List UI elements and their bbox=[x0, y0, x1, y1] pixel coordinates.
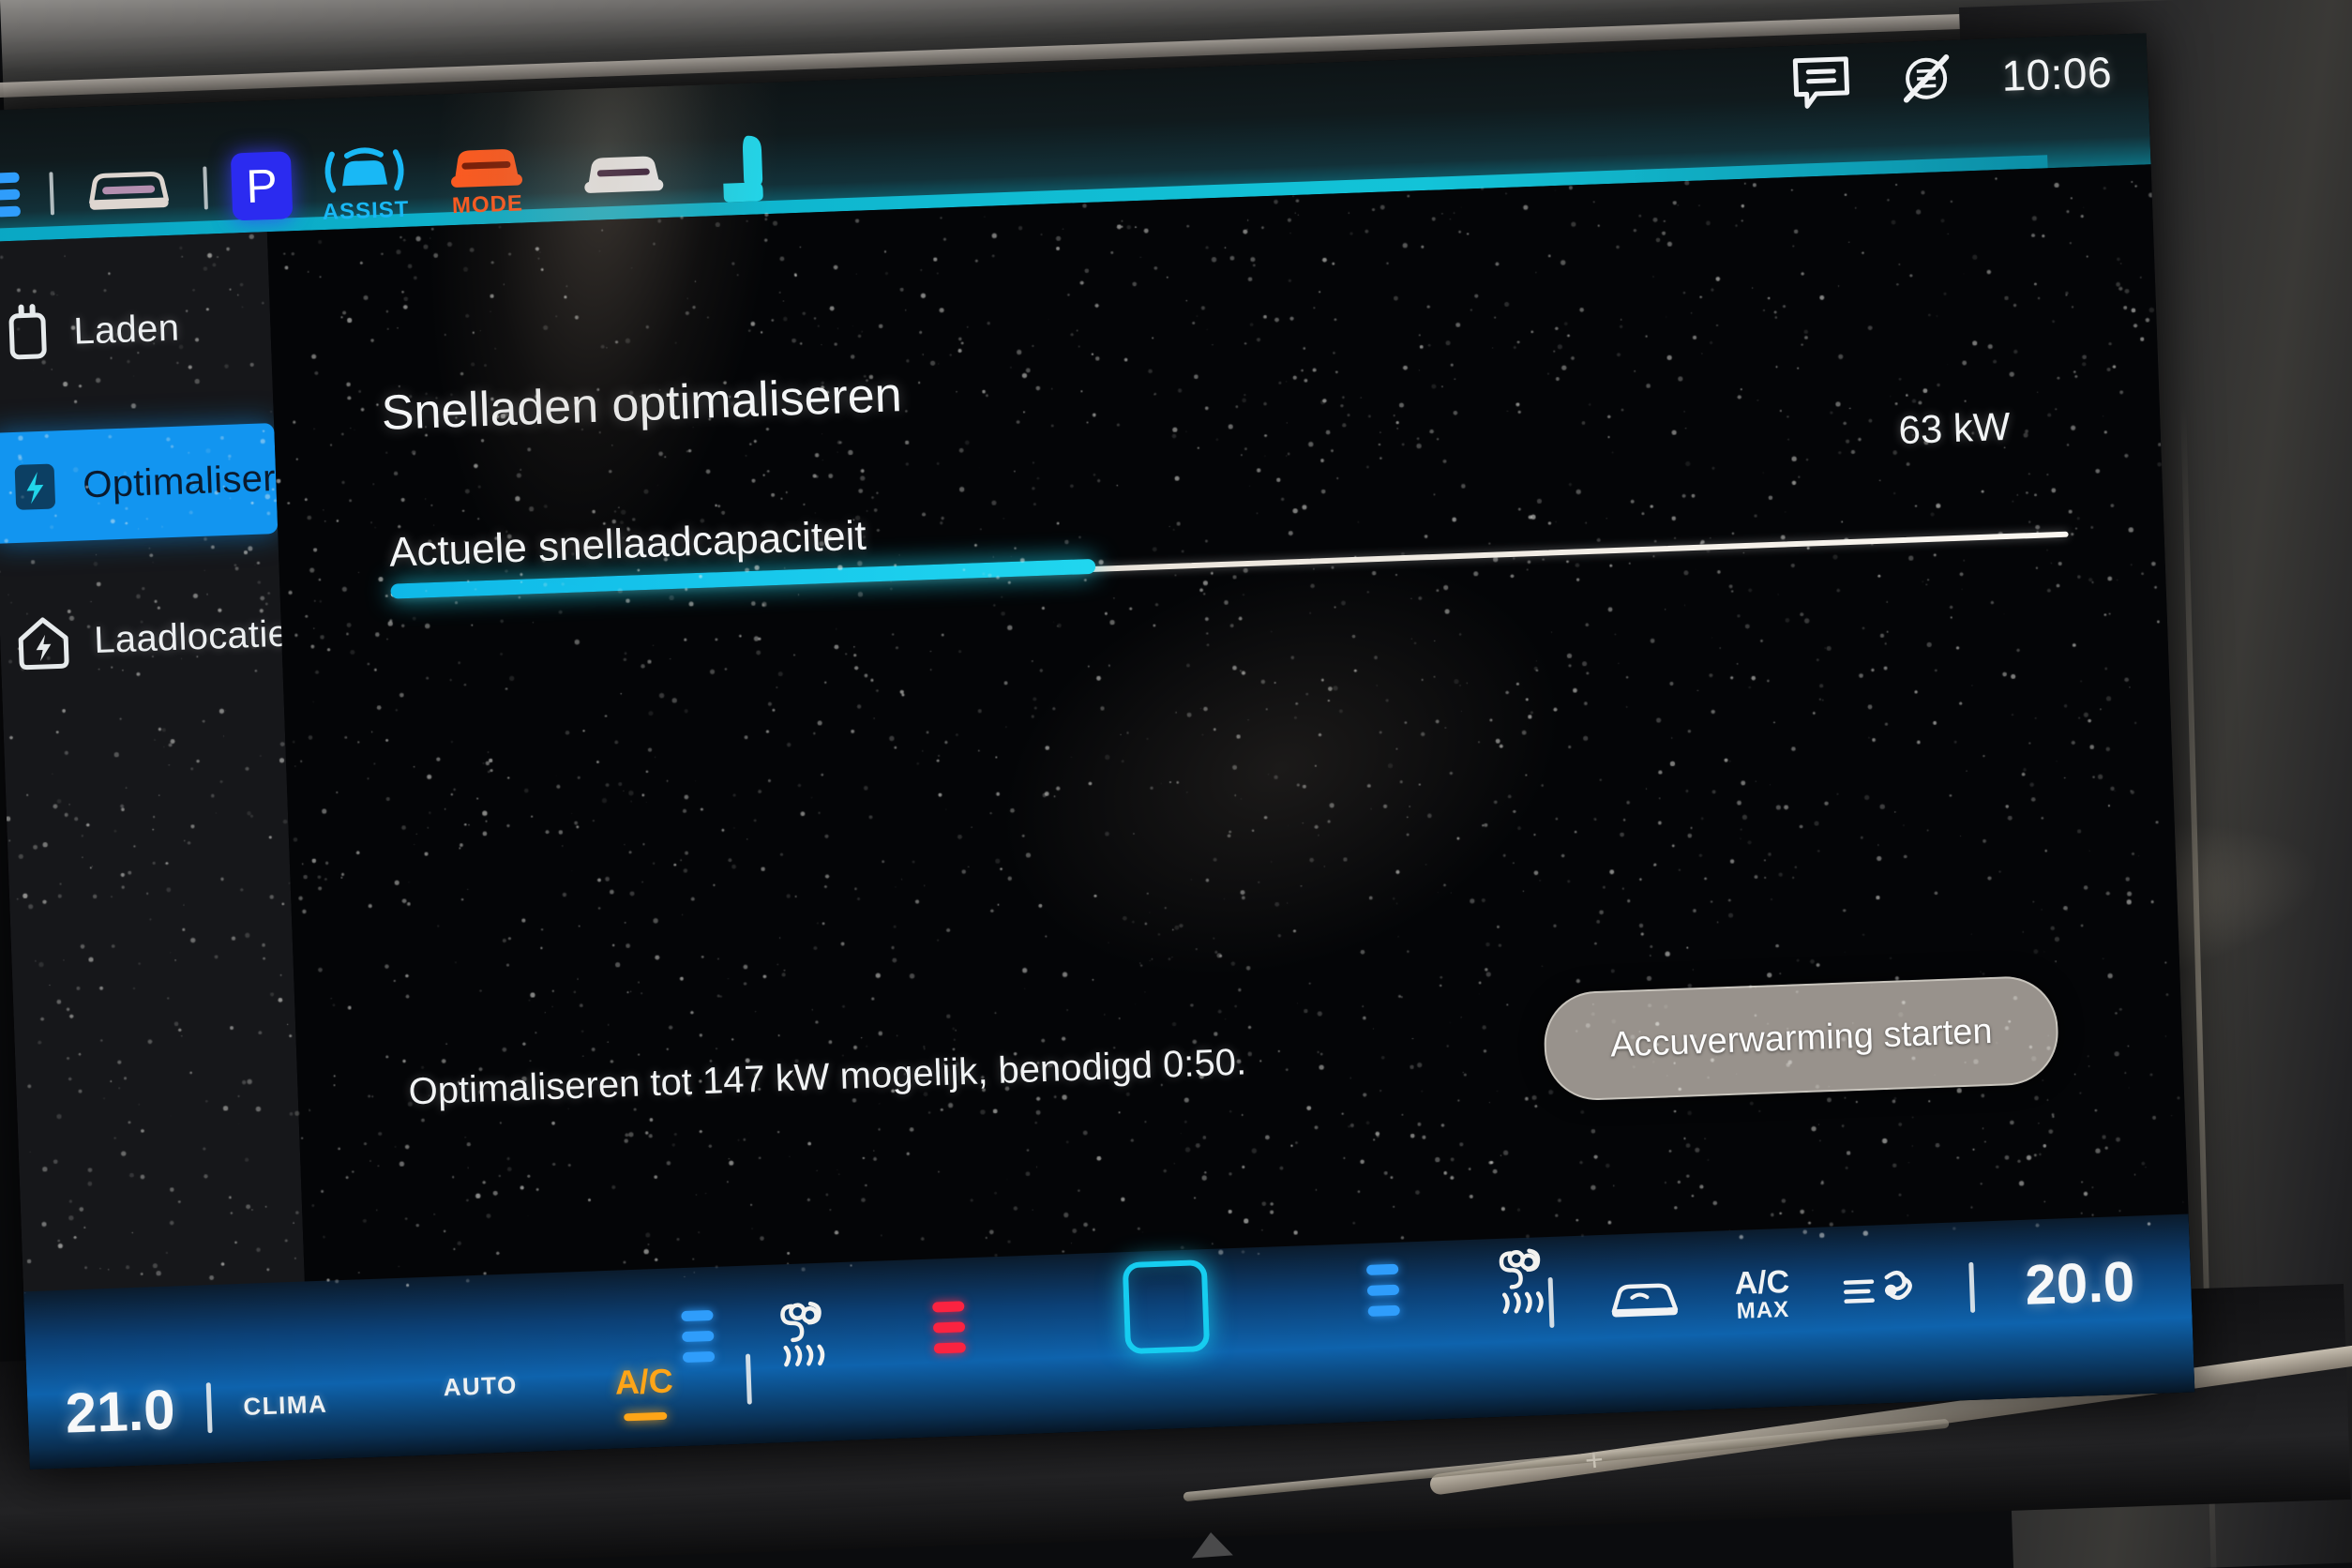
driver-temperature[interactable]: 21.0 bbox=[64, 1377, 176, 1445]
car-white-icon[interactable] bbox=[572, 143, 675, 204]
climate-mid-group bbox=[680, 1239, 1561, 1403]
console-arrow-marker bbox=[1190, 1530, 1233, 1559]
passenger-temperature[interactable]: 20.0 bbox=[2024, 1249, 2135, 1318]
climate-separator-4 bbox=[1968, 1261, 1976, 1313]
optimisation-hint: Optimaliseren tot 147 kW mogelijk, benod… bbox=[407, 1041, 1247, 1113]
page-title: Snelladen optimaliseren bbox=[380, 368, 903, 441]
charging-plug-icon bbox=[1, 301, 53, 365]
status-separator bbox=[49, 172, 55, 216]
ac-max-button[interactable]: A/C MAX bbox=[1733, 1263, 1791, 1324]
infotainment-screen[interactable]: P ASSIST MODE 10:06 Laden Optimaliseren … bbox=[0, 33, 2195, 1470]
climate-separator bbox=[205, 1382, 213, 1434]
park-assist-label: ASSIST bbox=[322, 196, 410, 226]
park-assist-icon[interactable]: ASSIST bbox=[314, 139, 415, 227]
menu-dots-icon[interactable] bbox=[0, 166, 26, 223]
drive-mode-icon[interactable]: MODE bbox=[436, 136, 536, 220]
drive-mode-label: MODE bbox=[451, 190, 524, 219]
seat-icon[interactable] bbox=[714, 127, 790, 210]
sidebar-item-label: Laden bbox=[72, 307, 180, 353]
sound-muted-icon[interactable] bbox=[1897, 50, 1955, 108]
fan-speed-icon[interactable] bbox=[1839, 1260, 1920, 1319]
defrost-rear-icon[interactable] bbox=[1603, 1271, 1685, 1326]
status-bar-right-group: 10:06 bbox=[1790, 44, 2113, 112]
volume-plus-marker: + bbox=[1583, 1441, 1606, 1479]
climate-right-group: A/C MAX 20.0 bbox=[1547, 1249, 2135, 1334]
photo-of-car-infotainment: + P ASSIST MODE 10:06 Laden Optimalisere… bbox=[0, 0, 2352, 1568]
clima-button[interactable]: CLIMA bbox=[243, 1389, 328, 1421]
climate-left-group: 21.0 CLIMA AUTO A/C bbox=[64, 1353, 752, 1448]
ac-button[interactable]: A/C bbox=[614, 1361, 674, 1422]
climate-separator-3 bbox=[1547, 1276, 1555, 1328]
max-power-label: 63 kW bbox=[1897, 403, 2012, 453]
status-separator-2 bbox=[203, 166, 208, 210]
charge-home-icon bbox=[12, 611, 74, 673]
sidebar-item-laden[interactable]: Laden bbox=[0, 269, 272, 390]
start-battery-heating-button[interactable]: Accuverwarming starten bbox=[1543, 974, 2060, 1102]
ac-active-underline bbox=[623, 1411, 668, 1422]
passenger-seat-fan-level-icon[interactable] bbox=[1365, 1263, 1400, 1317]
capacity-label: Actuele snellaadcapaciteit bbox=[388, 512, 867, 576]
driver-seat-heat-level-icon[interactable] bbox=[932, 1300, 967, 1354]
auto-button[interactable]: AUTO bbox=[443, 1370, 518, 1402]
driver-seat-fan-level-icon[interactable] bbox=[681, 1309, 716, 1363]
sidebar-item-laadlocaties[interactable]: Laadlocaties bbox=[0, 579, 309, 700]
clock: 10:06 bbox=[2000, 47, 2113, 100]
sidebar-item-label: Laadlocaties bbox=[93, 611, 309, 661]
sidebar-item-optimaliseren[interactable]: Optimaliseren bbox=[0, 423, 319, 544]
seat-heat-icon[interactable] bbox=[769, 1291, 841, 1373]
park-p-icon[interactable]: P bbox=[230, 151, 294, 221]
message-icon[interactable] bbox=[1790, 53, 1852, 112]
home-button-icon[interactable] bbox=[1122, 1259, 1211, 1355]
ac-max-line1: A/C bbox=[1733, 1263, 1790, 1302]
car-front-icon[interactable] bbox=[77, 160, 180, 222]
ac-max-line2: MAX bbox=[1736, 1296, 1790, 1324]
ac-label: A/C bbox=[614, 1361, 674, 1402]
battery-bolt-icon bbox=[7, 456, 63, 518]
